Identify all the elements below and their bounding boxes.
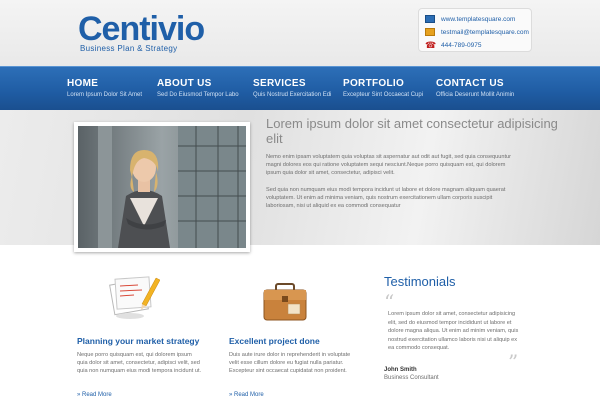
main-nav: HOME Lorem Ipsum Dolor Sit Amet ABOUT US… (0, 66, 600, 110)
nav-item-sub: Quis Nostrud Exercitation Edi (253, 92, 332, 98)
businesswoman-image (78, 126, 246, 248)
nav-item-portfolio[interactable]: PORTFOLIO Excepteur Sint Occaecat Cupi (343, 78, 423, 98)
hero-photo (74, 122, 250, 252)
hero-heading: Lorem ipsum dolor sit amet consectetur a… (266, 116, 558, 146)
contact-phone: ☎ 444-789-0975 (425, 39, 481, 51)
nav-item-about[interactable]: ABOUT US Sed Do Eiusmod Tempor Labo (157, 78, 239, 98)
feature-1-text: Neque porro quisquam est, qui dolorem ip… (77, 352, 202, 374)
nav-item-home[interactable]: HOME Lorem Ipsum Dolor Sit Amet (67, 78, 142, 98)
envelope-icon (425, 28, 435, 36)
nav-item-services[interactable]: SERVICES Quis Nostrud Exercitation Edi (253, 78, 331, 98)
nav-item-label[interactable]: CONTACT US (436, 78, 514, 89)
nav-item-sub: Excepteur Sint Occaecat Cupi (343, 92, 424, 98)
testimonials-heading: Testimonials (384, 274, 456, 289)
phone-icon: ☎ (425, 40, 437, 50)
nav-item-label[interactable]: SERVICES (253, 78, 331, 89)
testimonial-author: John Smith (384, 367, 417, 373)
contact-email-text[interactable]: testmail@templatesquare.com (441, 29, 529, 36)
close-quote-icon: ” (508, 350, 519, 374)
nav-item-contact[interactable]: CONTACT US Officia Deserunt Mollit Animi… (436, 78, 514, 98)
contact-info-box: www.templatesquare.com testmail@template… (418, 8, 532, 52)
nav-item-label[interactable]: PORTFOLIO (343, 78, 423, 89)
feature-2-text: Duis aute irure dolor in reprehenderit i… (229, 352, 351, 374)
nav-item-label[interactable]: HOME (67, 78, 142, 89)
document-pencil-icon (109, 276, 160, 319)
feature-1-title: Planning your market strategy (77, 336, 200, 346)
contact-phone-text: 444-789-0975 (441, 41, 482, 49)
hero-paragraph-1: Nemo enim ipsam voluptatem quia voluptas… (266, 154, 512, 176)
read-more-label[interactable]: Read More (234, 392, 264, 398)
monitor-icon (425, 15, 435, 23)
feature-2-read-more-link[interactable]: » Read More (229, 392, 264, 398)
feature-1-read-more-link[interactable]: » Read More (77, 392, 112, 398)
hero-banner: Lorem ipsum dolor sit amet consectetur a… (0, 110, 600, 252)
feature-2-title: Excellent project done (229, 336, 320, 346)
contact-website[interactable]: www.templatesquare.com (425, 13, 515, 25)
site-tagline: Business Plan & Strategy (80, 44, 178, 53)
open-quote-icon: “ (384, 290, 395, 314)
nav-item-sub: Lorem Ipsum Dolor Sit Amet (67, 92, 143, 98)
testimonial-role: Business Consultant (384, 375, 439, 381)
read-more-label[interactable]: Read More (82, 392, 112, 398)
nav-item-sub: Sed Do Eiusmod Tempor Labo (157, 92, 239, 98)
testimonial-quote: Lorem ipsum dolor sit amet, consectetur … (388, 311, 519, 351)
site-logo[interactable]: Centivio (78, 12, 205, 46)
contact-website-text[interactable]: www.templatesquare.com (441, 16, 515, 23)
site-header: Centivio Business Plan & Strategy www.te… (0, 0, 600, 66)
hero-paragraph-2: Sed quia non numquam eius modi tempora i… (266, 187, 506, 209)
nav-item-sub: Officia Deserunt Mollit Animin (436, 92, 515, 98)
contact-email[interactable]: testmail@templatesquare.com (425, 26, 529, 38)
nav-item-label[interactable]: ABOUT US (157, 78, 239, 89)
briefcase-folder-icon (263, 283, 307, 321)
